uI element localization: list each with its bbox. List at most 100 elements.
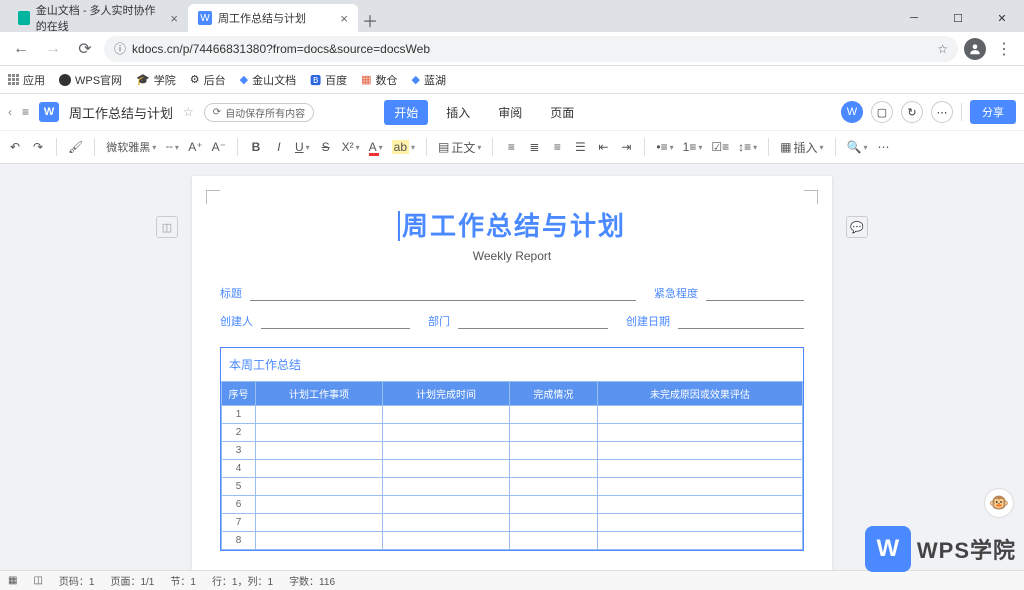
- align-center-button[interactable]: ≣: [527, 140, 541, 154]
- reload-button[interactable]: ⟳: [72, 36, 98, 62]
- favorite-star-icon[interactable]: ☆: [183, 105, 194, 119]
- form-area[interactable]: 标题 紧急程度 创建人 部门 创建日期: [220, 285, 804, 329]
- cell[interactable]: [509, 406, 597, 424]
- field-input[interactable]: [261, 315, 410, 329]
- table-row[interactable]: 2: [222, 424, 803, 442]
- cell[interactable]: [597, 514, 802, 532]
- close-icon[interactable]: ×: [340, 11, 348, 26]
- browser-menu-button[interactable]: ⋮: [992, 39, 1016, 59]
- field-input[interactable]: [678, 315, 804, 329]
- bookmark-item[interactable]: ◆金山文档: [240, 72, 296, 88]
- cell[interactable]: [382, 532, 509, 550]
- share-button[interactable]: 分享: [970, 100, 1016, 124]
- cell[interactable]: [509, 532, 597, 550]
- cell[interactable]: [509, 424, 597, 442]
- align-left-button[interactable]: ≡: [504, 140, 518, 154]
- document-canvas[interactable]: ◫ 💬 周工作总结与计划 Weekly Report 标题 紧急程度 创建人 部…: [0, 164, 1024, 570]
- cell[interactable]: [382, 460, 509, 478]
- cell[interactable]: [597, 406, 802, 424]
- autosave-indicator[interactable]: ⟳自动保存所有内容: [204, 103, 314, 122]
- decrease-font-button[interactable]: A⁻: [212, 140, 226, 154]
- underline-button[interactable]: U▾: [295, 140, 310, 154]
- cell[interactable]: [382, 514, 509, 532]
- cell[interactable]: [597, 460, 802, 478]
- document-page[interactable]: ◫ 💬 周工作总结与计划 Weekly Report 标题 紧急程度 创建人 部…: [192, 176, 832, 570]
- assistant-icon[interactable]: 🐵: [984, 488, 1014, 518]
- bookmark-item[interactable]: ◆蓝湖: [412, 72, 446, 88]
- back-button[interactable]: ←: [8, 36, 34, 62]
- close-icon[interactable]: ×: [170, 11, 178, 26]
- cell[interactable]: [509, 514, 597, 532]
- status-word-count[interactable]: 字数：116: [289, 573, 335, 588]
- field-input[interactable]: [250, 287, 636, 301]
- cell[interactable]: [509, 478, 597, 496]
- decrease-indent-button[interactable]: ⇤: [596, 140, 610, 154]
- insert-dropdown[interactable]: ▦ 插入▾: [780, 139, 823, 156]
- page-title[interactable]: 周工作总结与计划: [220, 206, 804, 243]
- increase-font-button[interactable]: A⁺: [188, 140, 202, 154]
- new-tab-button[interactable]: ＋: [358, 8, 382, 32]
- outline-toggle-icon[interactable]: ◫: [156, 216, 178, 238]
- tab-insert[interactable]: 插入: [436, 100, 480, 125]
- cell[interactable]: [597, 478, 802, 496]
- cell[interactable]: [597, 532, 802, 550]
- field-input[interactable]: [458, 315, 608, 329]
- align-justify-button[interactable]: ☰: [573, 140, 587, 154]
- bookmark-item[interactable]: 🎓学院: [136, 72, 176, 88]
- table-row[interactable]: 8: [222, 532, 803, 550]
- cast-icon[interactable]: ▢: [871, 101, 893, 123]
- cell[interactable]: [256, 460, 383, 478]
- tab-start[interactable]: 开始: [384, 100, 428, 125]
- section-weekly-summary[interactable]: 本周工作总结 序号 计划工作事项 计划完成时间 完成情况 未完成原因或效果评估 …: [220, 347, 804, 551]
- bookmark-item[interactable]: WPS官网: [59, 72, 122, 88]
- menu-icon[interactable]: ≡: [22, 105, 29, 119]
- highlight-button[interactable]: ab▾: [392, 140, 415, 154]
- cell[interactable]: [382, 478, 509, 496]
- line-spacing-button[interactable]: ↕≡▾: [738, 140, 757, 154]
- checklist-button[interactable]: ☑≡: [711, 140, 729, 154]
- cell[interactable]: [597, 442, 802, 460]
- font-size-select[interactable]: --▾: [165, 141, 179, 153]
- font-color-button[interactable]: A▾: [369, 140, 383, 154]
- site-info-icon[interactable]: ⓘ: [114, 40, 126, 57]
- table-row[interactable]: 6: [222, 496, 803, 514]
- table-row[interactable]: 1: [222, 406, 803, 424]
- comment-toggle-icon[interactable]: 💬: [846, 216, 868, 238]
- status-page-nav[interactable]: 页码：1: [59, 573, 95, 588]
- page-subtitle[interactable]: Weekly Report: [220, 249, 804, 263]
- cell[interactable]: [382, 424, 509, 442]
- table-row[interactable]: 5: [222, 478, 803, 496]
- document-title[interactable]: 周工作总结与计划: [69, 103, 173, 122]
- format-painter-button[interactable]: 🖌: [68, 140, 83, 154]
- numbered-list-button[interactable]: 1≡▾: [683, 140, 703, 154]
- cell[interactable]: [382, 496, 509, 514]
- cell[interactable]: [509, 442, 597, 460]
- cell[interactable]: [256, 514, 383, 532]
- apps-button[interactable]: 应用: [8, 72, 45, 88]
- font-family-select[interactable]: 微软雅黑▾: [106, 139, 156, 155]
- cell[interactable]: [256, 532, 383, 550]
- more-tools-button[interactable]: ⋯: [876, 140, 890, 154]
- cell[interactable]: [256, 406, 383, 424]
- bold-button[interactable]: B: [249, 140, 263, 154]
- bullet-list-button[interactable]: •≡▾: [656, 140, 673, 154]
- browser-tab-0[interactable]: 金山文档 - 多人实时协作的在线 ×: [8, 4, 188, 32]
- cell[interactable]: [256, 424, 383, 442]
- profile-avatar[interactable]: [964, 38, 986, 60]
- browser-tab-1[interactable]: W 周工作总结与计划 ×: [188, 4, 358, 32]
- align-right-button[interactable]: ≡: [550, 140, 564, 154]
- italic-button[interactable]: I: [272, 140, 286, 154]
- maximize-button[interactable]: ☐: [936, 4, 980, 32]
- summary-table[interactable]: 序号 计划工作事项 计划完成时间 完成情况 未完成原因或效果评估 1234567…: [221, 381, 803, 550]
- cell[interactable]: [597, 496, 802, 514]
- paragraph-style-select[interactable]: ▤ 正文▾: [438, 139, 481, 156]
- cell[interactable]: [382, 406, 509, 424]
- history-icon[interactable]: ↻: [901, 101, 923, 123]
- cell[interactable]: [509, 496, 597, 514]
- url-input[interactable]: ⓘ kdocs.cn/p/74466831380?from=docs&sourc…: [104, 36, 958, 62]
- redo-button[interactable]: ↷: [31, 140, 45, 154]
- cell[interactable]: [509, 460, 597, 478]
- bookmark-star-icon[interactable]: ☆: [937, 42, 948, 56]
- forward-button[interactable]: →: [40, 36, 66, 62]
- table-row[interactable]: 7: [222, 514, 803, 532]
